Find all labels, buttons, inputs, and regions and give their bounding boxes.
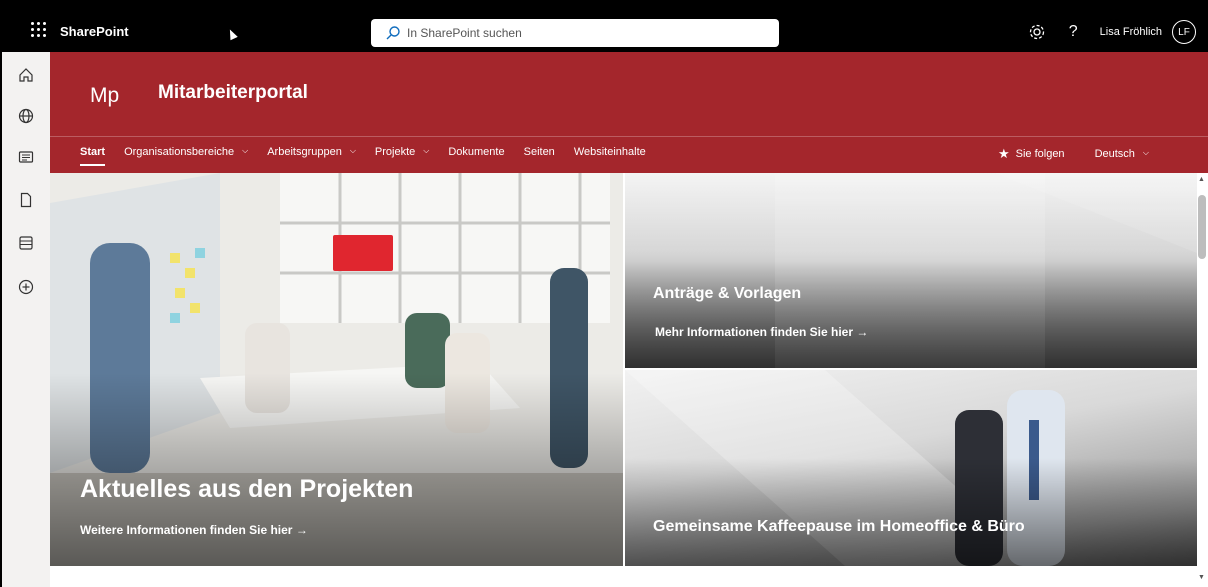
hero-top-right-title: Anträge & Vorlagen: [653, 285, 802, 302]
nav-item-arbeitsgruppen[interactable]: Arbeitsgruppen ⌵: [267, 146, 356, 158]
nav-item-websiteinhalte[interactable]: Websiteinhalte: [574, 146, 646, 158]
nav-item-label: Arbeitsgruppen: [267, 146, 342, 158]
header-divider: [50, 136, 1208, 137]
nav-item-start[interactable]: Start: [80, 146, 106, 166]
site-navigation: Start Organisationsbereiche ⌵ Arbeitsgrup…: [80, 146, 665, 166]
add-icon[interactable]: [15, 276, 37, 298]
language-label: Deutsch: [1094, 148, 1135, 160]
mouse-cursor-icon: [226, 27, 238, 41]
scroll-up-icon[interactable]: ▲: [1198, 176, 1205, 183]
suite-bar: SharePoint ? Lisa Fröhlich LF: [0, 0, 1208, 52]
follow-button[interactable]: ★ Sie folgen: [998, 146, 1065, 162]
app-bar: [0, 52, 50, 587]
chevron-down-icon: ⌵: [423, 146, 430, 155]
site-title[interactable]: Mitarbeiterportal: [158, 82, 308, 104]
image-shade: [625, 458, 1197, 566]
nav-item-projekte[interactable]: Projekte ⌵: [375, 146, 429, 158]
hero-tile-main[interactable]: Aktuelles aus den Projekten Weitere Info…: [50, 173, 623, 566]
brand-name[interactable]: SharePoint: [60, 24, 129, 39]
star-icon: ★: [997, 146, 1010, 161]
settings-gear-icon[interactable]: [1027, 22, 1047, 42]
nav-item-label: Start: [80, 146, 106, 158]
list-icon[interactable]: [15, 232, 37, 254]
nav-item-seiten[interactable]: Seiten: [524, 146, 555, 158]
hero-tile-bottom-right[interactable]: Gemeinsame Kaffeepause im Homeoffice & B…: [625, 370, 1197, 566]
hero-bottom-right-title: Gemeinsame Kaffeepause im Homeoffice & B…: [653, 518, 1025, 535]
hero-top-right-link[interactable]: Mehr Informationen finden Sie hier →: [655, 325, 868, 339]
user-name[interactable]: Lisa Fröhlich: [1100, 26, 1162, 38]
nav-item-label: Seiten: [523, 146, 555, 158]
site-header: Mp Mitarbeiterportal Start Organisations…: [50, 52, 1208, 173]
document-icon[interactable]: [15, 189, 37, 211]
help-icon[interactable]: ?: [1069, 23, 1078, 41]
home-icon[interactable]: [15, 64, 37, 86]
scrollbar-thumb[interactable]: [1198, 195, 1206, 259]
language-selector[interactable]: Deutsch ⌵: [1095, 148, 1149, 160]
search-input[interactable]: [407, 26, 767, 40]
chevron-down-icon: ⌵: [242, 146, 249, 155]
nav-item-label: Dokumente: [448, 146, 505, 158]
image-shade: [625, 260, 1197, 368]
chevron-down-icon: ⌵: [349, 146, 356, 155]
scroll-down-icon[interactable]: ▼: [1198, 574, 1205, 581]
nav-item-label: Websiteinhalte: [573, 146, 646, 158]
news-icon[interactable]: [15, 146, 37, 168]
globe-icon[interactable]: [15, 105, 37, 127]
office-meeting-image: [50, 173, 623, 566]
nav-item-dokumente[interactable]: Dokumente: [448, 146, 504, 158]
nav-item-organisationsbereiche[interactable]: Organisationsbereiche ⌵: [124, 146, 248, 158]
app-launcher-icon[interactable]: [18, 16, 58, 42]
chevron-down-icon: ⌵: [1142, 148, 1149, 157]
avatar[interactable]: LF: [1172, 20, 1196, 44]
hero-main-link[interactable]: Weitere Informationen finden Sie hier →: [80, 523, 308, 537]
hero-tile-top-right[interactable]: Anträge & Vorlagen Mehr Informationen fi…: [625, 173, 1197, 368]
hero-main-title: Aktuelles aus den Projekten: [80, 475, 414, 503]
nav-item-label: Projekte: [374, 146, 416, 158]
search-box[interactable]: [371, 19, 779, 47]
search-icon[interactable]: [371, 19, 407, 47]
follow-label: Sie folgen: [1015, 148, 1065, 160]
site-logo[interactable]: Mp: [90, 84, 119, 108]
nav-item-label: Organisationsbereiche: [124, 146, 235, 158]
